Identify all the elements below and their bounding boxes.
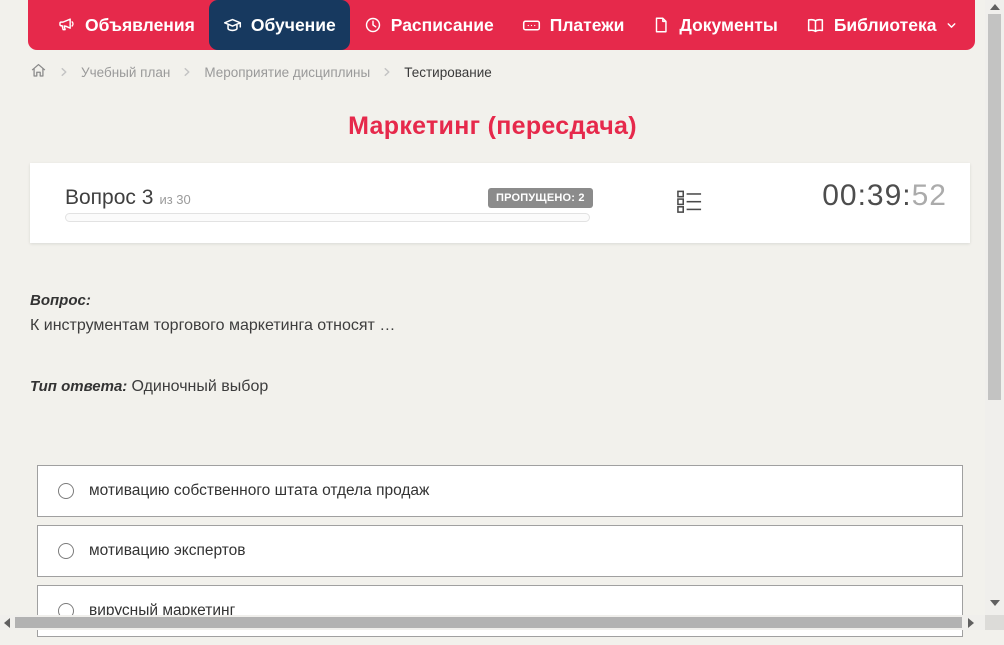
scrollbar-corner (985, 615, 1004, 630)
nav-item-announcements[interactable]: Объявления (44, 0, 209, 50)
answer-option-label: мотивацию экспертов (89, 542, 246, 559)
question-heading: Вопрос: (30, 292, 91, 309)
horizontal-scrollbar-thumb[interactable] (15, 617, 962, 628)
page-title: Маркетинг (пересдача) (348, 112, 637, 140)
list-icon (676, 188, 703, 220)
banknote-icon (522, 16, 541, 35)
timer: 00:39:52 (822, 179, 947, 213)
clock-icon (364, 16, 382, 34)
scroll-right-arrow[interactable] (968, 618, 974, 628)
breadcrumb-testing: Тестирование (404, 64, 492, 80)
nav-item-label: Расписание (390, 14, 494, 35)
question-text: К инструментам торгового маркетинга отно… (30, 317, 396, 334)
nav-item-label: Объявления (85, 14, 195, 35)
skipped-badge: ПРОПУЩЕНО: 2 (488, 188, 593, 208)
top-navbar: Объявления Обучение Расписание Платежи Д… (28, 0, 975, 50)
scroll-left-arrow[interactable] (4, 618, 10, 628)
answer-type-value: Одиночный выбор (131, 378, 269, 395)
quiz-header-card: Вопрос 3 из 30 ПРОПУЩЕНО: 2 00:39:52 (30, 163, 970, 243)
nav-item-learning[interactable]: Обучение (208, 0, 350, 50)
answer-option-label: мотивацию собственного штата отдела прод… (89, 482, 430, 499)
radio-button[interactable] (58, 543, 74, 559)
breadcrumb: Учебный план Мероприятие дисциплины Тест… (30, 60, 492, 84)
answer-type-label: Тип ответа: (30, 378, 128, 395)
breadcrumb-discipline-event[interactable]: Мероприятие дисциплины (204, 65, 370, 80)
horizontal-scrollbar[interactable] (0, 615, 985, 630)
graduation-cap-icon (223, 16, 242, 35)
nav-item-label: Библиотека (833, 14, 937, 35)
scroll-down-arrow[interactable] (990, 600, 1000, 606)
chevron-right-icon (181, 66, 193, 78)
chevron-right-icon (58, 66, 70, 78)
scroll-up-arrow[interactable] (990, 4, 1000, 10)
document-icon (652, 16, 670, 34)
answer-option-1[interactable]: мотивацию собственного штата отдела прод… (37, 465, 963, 517)
chevron-right-icon (381, 66, 393, 78)
nav-item-payments[interactable]: Платежи (508, 0, 639, 50)
radio-button[interactable] (58, 483, 74, 499)
nav-item-label: Платежи (549, 14, 625, 35)
nav-item-label: Обучение (250, 14, 336, 35)
nav-item-library[interactable]: Библиотека (792, 0, 973, 50)
breadcrumb-curriculum[interactable]: Учебный план (81, 65, 170, 80)
vertical-scrollbar[interactable] (985, 0, 1004, 615)
timer-main: 00:39: (822, 179, 912, 212)
open-book-icon (806, 16, 825, 35)
chevron-down-icon (945, 19, 958, 32)
question-total: из 30 (159, 192, 191, 207)
vertical-scrollbar-thumb[interactable] (988, 14, 1001, 400)
timer-seconds: 52 (911, 179, 947, 212)
megaphone-icon (58, 16, 76, 34)
nav-item-schedule[interactable]: Расписание (350, 0, 508, 50)
home-icon[interactable] (30, 62, 47, 82)
progress-bar (65, 213, 590, 222)
question-number: Вопрос 3 из 30 (65, 186, 191, 209)
nav-item-documents[interactable]: Документы (638, 0, 791, 50)
answer-option-2[interactable]: мотивацию экспертов (37, 525, 963, 577)
answer-type: Тип ответа: Одиночный выбор (30, 378, 268, 396)
questions-list-button[interactable] (674, 189, 704, 219)
nav-item-label: Документы (679, 14, 778, 35)
